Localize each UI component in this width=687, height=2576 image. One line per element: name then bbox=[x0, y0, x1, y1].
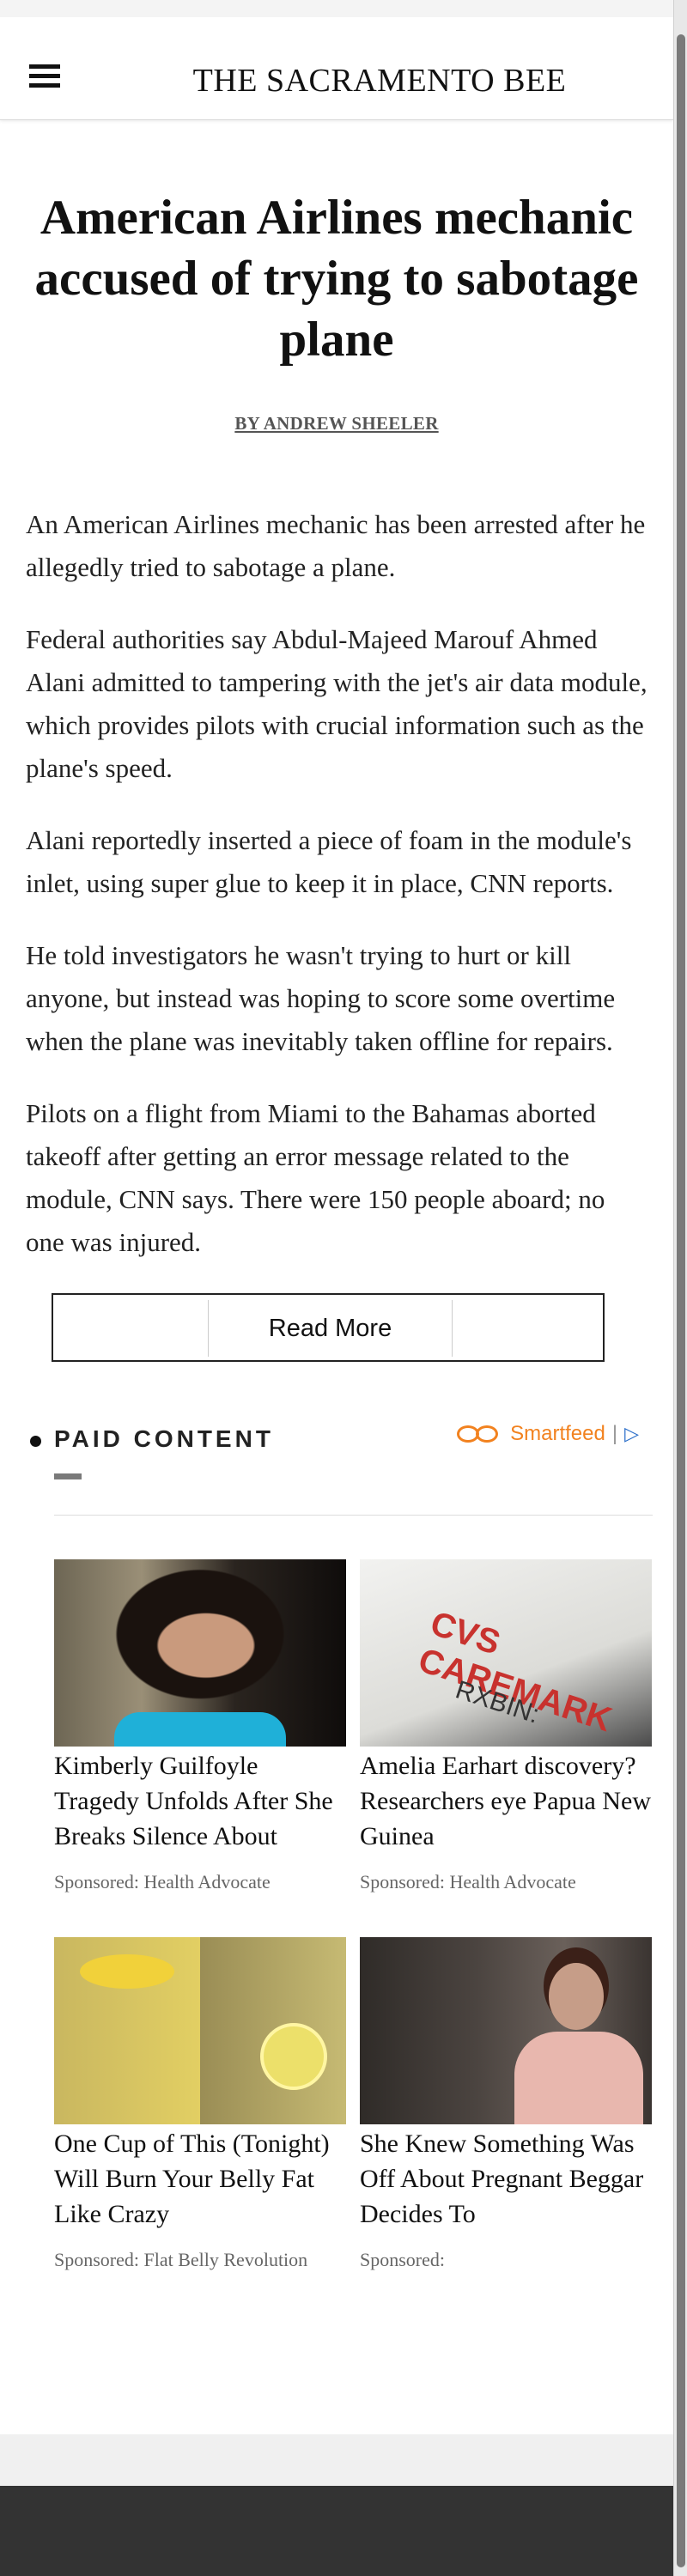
paid-content-title: PAID CONTENT bbox=[54, 1425, 274, 1452]
paid-content-header: PAID CONTENT Smartfeed | ▷ bbox=[0, 1422, 673, 1516]
separator: | bbox=[611, 1422, 618, 1445]
browser-top-strip bbox=[0, 0, 673, 17]
article-paragraph: Federal authorities say Abdul-Majeed Mar… bbox=[26, 624, 647, 783]
masthead-logo[interactable]: THE SACRAMENTO BEE bbox=[0, 62, 673, 100]
sponsored-title[interactable]: Kimberly Guilfoyle Tragedy Unfolds After… bbox=[54, 1748, 346, 1854]
sponsored-source: Sponsored: Health Advocate bbox=[54, 1871, 271, 1893]
article-paragraph: Alani reportedly inserted a piece of foa… bbox=[26, 825, 632, 898]
title-underline bbox=[54, 1473, 82, 1479]
sponsored-card[interactable]: Kimberly Guilfoyle Tragedy Unfolds After… bbox=[54, 1559, 346, 1937]
smartfeed-label: Smartfeed bbox=[510, 1422, 605, 1445]
article-paragraph: He told investigators he wasn't trying t… bbox=[26, 940, 616, 1056]
article-headline: American Airlines mechanic accused of tr… bbox=[34, 191, 639, 367]
smartfeed-logo-icon bbox=[455, 1423, 503, 1445]
sponsored-card[interactable]: CVS CAREMARK RXBIN: Amelia Earhart disco… bbox=[360, 1559, 652, 1937]
bullet-icon bbox=[30, 1436, 41, 1447]
sponsored-title[interactable]: One Cup of This (Tonight) Will Burn Your… bbox=[54, 2126, 346, 2232]
sponsored-image[interactable] bbox=[360, 1937, 652, 2124]
article-paragraph: Pilots on a flight from Miami to the Bah… bbox=[26, 1098, 605, 1257]
sponsored-source: Sponsored: Flat Belly Revolution bbox=[54, 2249, 308, 2270]
site-header: THE SACRAMENTO BEE bbox=[0, 17, 673, 120]
scrollbar-thumb[interactable] bbox=[677, 34, 685, 2567]
page-content: THE SACRAMENTO BEE American Airlines mec… bbox=[0, 17, 673, 2434]
sponsored-card[interactable]: One Cup of This (Tonight) Will Burn Your… bbox=[54, 1937, 346, 2315]
sponsored-image[interactable]: CVS CAREMARK RXBIN: bbox=[360, 1559, 652, 1747]
article-body: An American Airlines mechanic has been a… bbox=[26, 503, 647, 1264]
smartfeed-link[interactable]: Smartfeed | ▷ bbox=[455, 1422, 639, 1446]
read-more-frame: Read More bbox=[52, 1293, 605, 1362]
sponsored-grid: Kimberly Guilfoyle Tragedy Unfolds After… bbox=[54, 1559, 653, 2315]
footer-gap bbox=[0, 2434, 673, 2486]
page-scrollbar[interactable] bbox=[673, 0, 687, 2576]
article-paragraph: An American Airlines mechanic has been a… bbox=[26, 509, 646, 582]
sponsored-image[interactable] bbox=[54, 1559, 346, 1747]
sponsored-title[interactable]: She Knew Something Was Off About Pregnan… bbox=[360, 2126, 652, 2232]
divider bbox=[54, 1515, 653, 1516]
sponsored-title[interactable]: Amelia Earhart discovery? Researchers ey… bbox=[360, 1748, 652, 1854]
sponsored-card[interactable]: She Knew Something Was Off About Pregnan… bbox=[360, 1937, 652, 2315]
sponsored-source: Sponsored: bbox=[360, 2249, 445, 2270]
sponsored-source: Sponsored: Health Advocate bbox=[360, 1871, 576, 1893]
sponsored-image[interactable] bbox=[54, 1937, 346, 2124]
byline-link[interactable]: BY ANDREW SHEELER bbox=[0, 413, 673, 434]
read-more-button[interactable]: Read More bbox=[208, 1300, 453, 1357]
ad-choices-icon[interactable]: ▷ bbox=[624, 1423, 639, 1445]
site-footer bbox=[0, 2486, 673, 2576]
